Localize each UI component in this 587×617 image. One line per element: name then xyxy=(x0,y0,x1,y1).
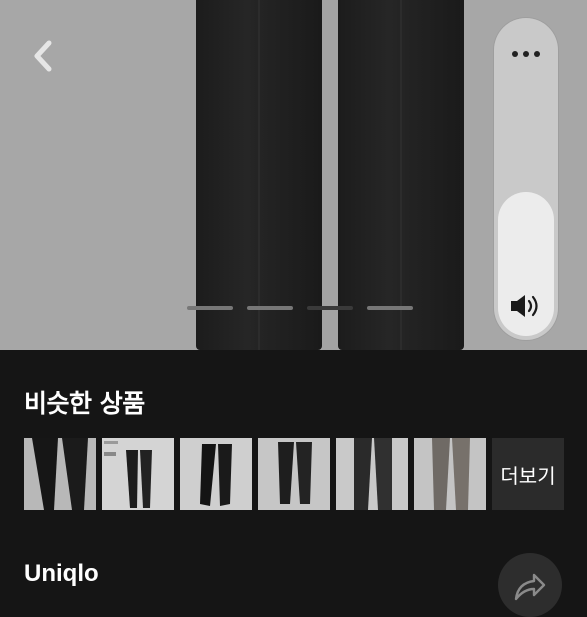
pager-dot[interactable] xyxy=(367,306,413,310)
speaker-icon xyxy=(511,295,538,317)
share-button[interactable] xyxy=(498,553,562,617)
more-horizontal-icon xyxy=(512,51,540,57)
pants-thumb-image xyxy=(200,444,232,506)
pager-dot[interactable] xyxy=(187,306,233,310)
chevron-left-icon xyxy=(34,40,52,72)
pants-thumb-image xyxy=(354,438,392,510)
pants-thumb-image xyxy=(278,442,312,504)
similar-products-strip: 더보기 xyxy=(24,438,564,510)
similar-product-thumb[interactable] xyxy=(258,438,330,510)
similar-product-thumb[interactable] xyxy=(102,438,174,510)
pants-crease-right xyxy=(400,0,402,350)
similar-products-title: 비슷한 상품 xyxy=(24,389,145,418)
pants-thumb-image xyxy=(104,441,152,508)
pants-thumb-image xyxy=(32,438,88,510)
volume-more-button[interactable] xyxy=(494,28,558,80)
similar-product-thumb[interactable] xyxy=(180,438,252,510)
product-brand[interactable]: Uniqlo xyxy=(24,560,99,588)
pants-thumb-image xyxy=(432,438,470,510)
similar-product-thumb[interactable] xyxy=(414,438,486,510)
mute-button[interactable] xyxy=(494,286,558,326)
carousel-pager xyxy=(187,306,413,310)
similar-product-thumb[interactable] xyxy=(336,438,408,510)
pager-dot-active[interactable] xyxy=(307,306,353,310)
pants-gap xyxy=(322,0,338,350)
pager-dot[interactable] xyxy=(247,306,293,310)
pants-crease-left xyxy=(258,0,260,350)
share-icon xyxy=(514,573,546,601)
product-image xyxy=(196,0,464,350)
volume-slider[interactable] xyxy=(494,18,558,340)
see-more-button[interactable]: 더보기 xyxy=(492,438,564,510)
back-button[interactable] xyxy=(26,36,60,76)
similar-product-thumb[interactable] xyxy=(24,438,96,510)
